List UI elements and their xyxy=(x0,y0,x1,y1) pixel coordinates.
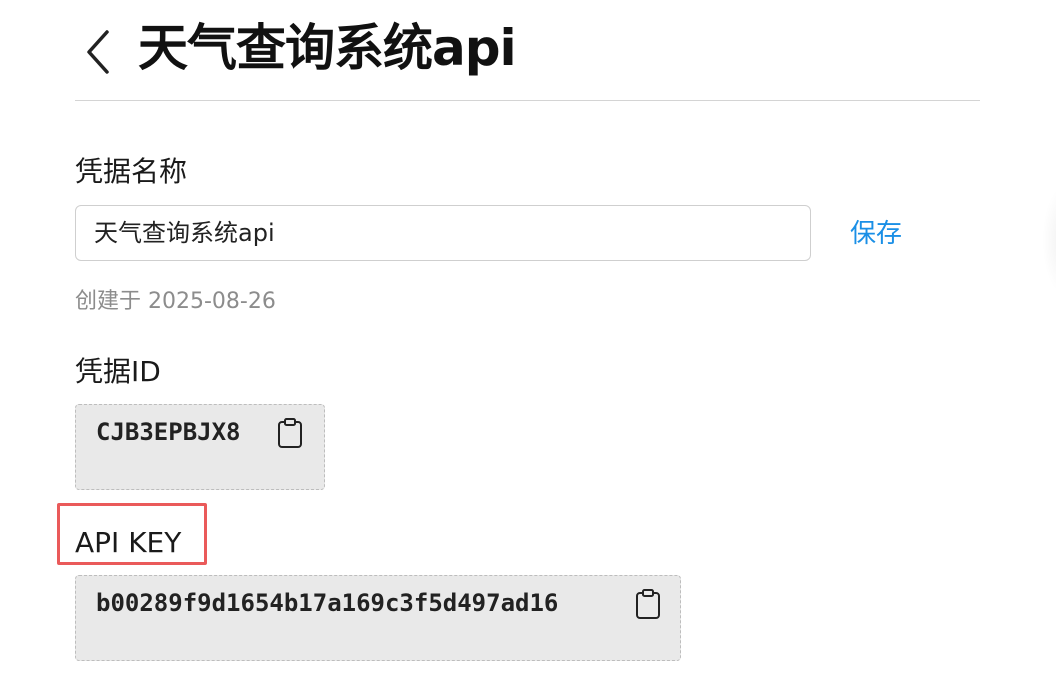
api-key-label: API KEY xyxy=(75,526,182,559)
credential-detail-page: 天气查询系统api 凭据名称 天气查询系统api 保存 创建于 2025-08-… xyxy=(0,0,1056,693)
credential-name-input[interactable]: 天气查询系统api xyxy=(75,205,811,261)
clipboard-icon xyxy=(276,417,304,449)
edge-shadow xyxy=(1042,185,1056,295)
page-title: 天气查询系统api xyxy=(138,19,517,77)
save-button[interactable]: 保存 xyxy=(850,216,902,252)
api-key-value: b00289f9d1654b17a169c3f5d497ad16 xyxy=(96,589,559,617)
copy-credential-id-button[interactable] xyxy=(276,417,304,449)
credential-id-label: 凭据ID xyxy=(75,355,161,388)
page-header: 天气查询系统api xyxy=(75,12,980,101)
api-key-box: b00289f9d1654b17a169c3f5d497ad16 xyxy=(75,575,681,661)
created-date: 创建于 2025-08-26 xyxy=(75,289,276,314)
copy-api-key-button[interactable] xyxy=(634,588,662,620)
credential-name-label: 凭据名称 xyxy=(75,155,188,188)
clipboard-icon xyxy=(634,588,662,620)
credential-id-box: CJB3EPBJX8 xyxy=(75,404,325,490)
back-button[interactable] xyxy=(75,18,119,78)
chevron-left-icon xyxy=(75,18,119,78)
credential-id-value: CJB3EPBJX8 xyxy=(96,418,241,446)
